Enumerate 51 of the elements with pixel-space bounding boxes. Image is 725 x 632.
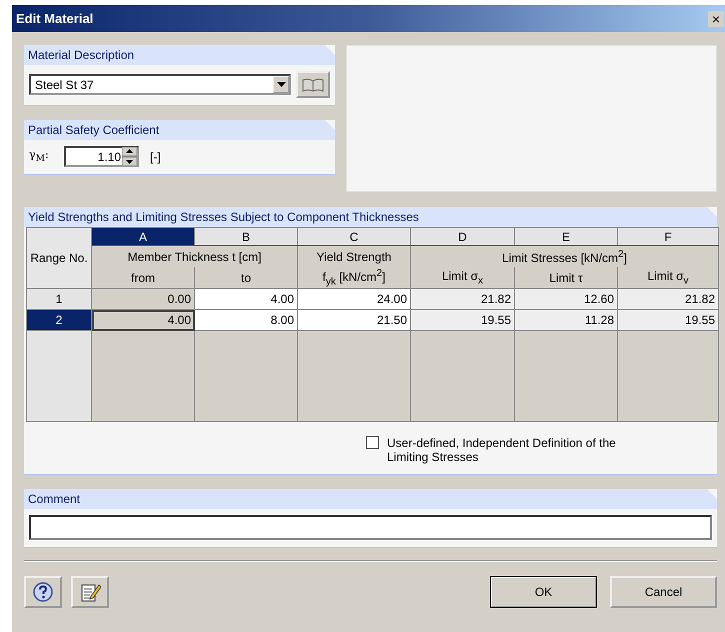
spin-arrows-icon[interactable] [122,147,137,166]
table-cell[interactable]: 24.00 [298,288,410,310]
header-cell: Yield Strength [298,246,410,267]
table-cell[interactable]: 8.00 [194,310,298,330]
row-header[interactable]: 2 [26,310,92,330]
header-cell: f$_{yk}$ [kN/cm$^{2}$] [298,267,410,288]
book-icon [302,78,324,92]
checkbox[interactable] [366,436,379,449]
range-header: Range No. [26,228,92,288]
material-dropdown[interactable]: Steel St 37 [29,74,291,95]
cancel-button[interactable]: Cancel [610,576,717,608]
header-cell: to [194,267,298,288]
edit-button[interactable] [71,576,109,608]
header-cell: Limit σ$_{x}$ [410,267,514,288]
group-title: Material Description [28,48,134,62]
table-cell[interactable]: 0.00 [92,288,194,310]
table-cell[interactable]: 21.82 [618,288,718,310]
column-header[interactable]: C [298,228,410,246]
group-title: Partial Safety Coefficient [28,123,160,137]
table-cell[interactable]: 19.55 [410,310,514,330]
group-title: Comment [28,492,80,506]
header-cell: Limit τ [514,267,618,288]
column-header[interactable]: B [194,228,298,246]
ok-button[interactable]: OK [490,576,597,608]
header-cell: Limit σ$_{v}$ [618,267,718,288]
coefficient-spinbox[interactable]: 1.10 [64,146,139,167]
column-header[interactable]: D [410,228,514,246]
close-button[interactable]: × [708,10,724,26]
column-header[interactable]: E [514,228,618,246]
table-cell[interactable]: 21.82 [410,288,514,310]
table-cell[interactable]: 4.00 [92,310,194,330]
column-header[interactable]: A [92,228,194,246]
library-button[interactable] [296,71,330,98]
header-cell: Member Thickness t [cm] [92,246,298,267]
help-button[interactable] [24,576,62,608]
table-cell[interactable]: 19.55 [618,310,718,330]
unit-label: [-] [150,150,161,164]
help-icon [32,581,54,603]
checkbox-label: User-defined, Independent Definition of the Limiting Stresses [387,436,617,464]
row-header[interactable]: 1 [26,288,92,310]
group-title: Yield Strengths and Limiting Stresses Subject to Component Thicknesses [28,210,419,224]
table-cell[interactable]: 4.00 [194,288,298,310]
table-cell[interactable]: 12.60 [514,288,618,310]
header-cell: Limit Stresses [kN/cm$^{2}$] [410,246,718,267]
comment-field[interactable] [29,515,712,540]
window-title: Edit Material [16,11,94,26]
header-cell: from [92,267,194,288]
column-header[interactable]: F [618,228,718,246]
table-cell[interactable]: 11.28 [514,310,618,330]
table-cell[interactable]: 21.50 [298,310,410,330]
gamma-label: γ$_{M}$: [29,148,50,165]
